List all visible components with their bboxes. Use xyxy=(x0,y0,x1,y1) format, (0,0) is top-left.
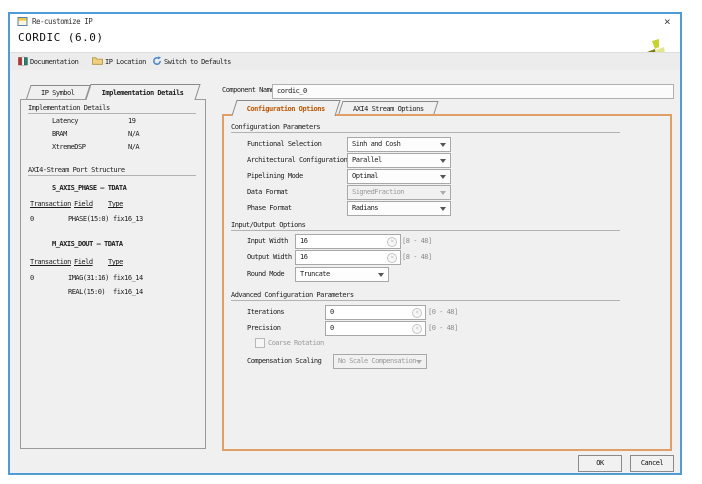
output-width-range: [8 - 48] xyxy=(402,253,432,261)
phase-format-dropdown[interactable]: Radians xyxy=(347,201,451,216)
compensation-scaling-label: Compensation Scaling xyxy=(247,357,321,365)
clear-icon[interactable]: × xyxy=(412,324,422,334)
divider xyxy=(28,175,196,176)
bram-label: BRAM xyxy=(52,130,67,138)
ip-location-button[interactable]: IP Location xyxy=(92,56,146,67)
close-icon[interactable]: × xyxy=(660,15,674,29)
ip-title: CORDIC (6.0) xyxy=(18,31,103,44)
m-axis-dout-title: M_AXIS_DOUT — TDATA xyxy=(52,240,123,248)
xtremedsp-value: N/A xyxy=(128,143,139,151)
folder-icon xyxy=(92,56,103,67)
data-format-dropdown: SignedFraction xyxy=(347,185,451,200)
col-header-field: Field xyxy=(74,200,93,208)
switch-to-defaults-button[interactable]: Switch to Defaults xyxy=(152,56,231,67)
axi4-port-structure-heading: AXI4-Stream Port Structure xyxy=(28,166,125,174)
clear-icon[interactable]: × xyxy=(412,308,422,318)
ok-button[interactable]: OK xyxy=(578,455,622,472)
data-format-label: Data Format xyxy=(247,188,288,196)
clear-icon[interactable]: × xyxy=(387,237,397,247)
iterations-field[interactable]: 0× xyxy=(325,305,426,320)
divider xyxy=(231,132,620,133)
functional-selection-label: Functional Selection xyxy=(247,140,321,148)
input-width-range: [8 - 48] xyxy=(402,237,432,245)
s-axis-phase-title: S_AXIS_PHASE — TDATA xyxy=(52,184,126,192)
col-header-type: Type xyxy=(108,200,123,208)
table-cell: 0 xyxy=(30,274,34,282)
table-cell: IMAG(31:16) xyxy=(68,274,109,282)
input-width-field[interactable]: 16× xyxy=(295,234,401,249)
chevron-down-icon xyxy=(416,360,422,364)
table-cell: REAL(15:0) xyxy=(68,288,105,296)
precision-field[interactable]: 0× xyxy=(325,321,426,336)
dialog-title: Re-customize IP xyxy=(32,17,92,26)
output-width-label: Output Width xyxy=(247,253,292,261)
io-options-heading: Input/Output Options xyxy=(231,221,305,229)
precision-range: [0 - 48] xyxy=(428,324,458,332)
round-mode-dropdown[interactable]: Truncate xyxy=(295,267,389,282)
documentation-button[interactable]: Documentation xyxy=(18,56,78,67)
pipelining-mode-label: Pipelining Mode xyxy=(247,172,303,180)
table-cell: PHASE(15:0) xyxy=(68,215,109,223)
latency-value: 19 xyxy=(128,117,135,125)
chevron-down-icon xyxy=(440,207,446,211)
iterations-range: [0 - 48] xyxy=(428,308,458,316)
chevron-down-icon xyxy=(440,159,446,163)
tab-configuration-options[interactable]: Configuration Options xyxy=(231,100,340,116)
architectural-configuration-label: Architectural Configuration xyxy=(247,156,347,164)
dialog-header-area xyxy=(10,14,680,52)
divider xyxy=(231,230,620,231)
chevron-down-icon xyxy=(378,273,384,277)
chevron-down-icon xyxy=(440,175,446,179)
coarse-rotation-label: Coarse Rotation xyxy=(268,339,324,347)
component-name-label: Component Name xyxy=(222,86,274,94)
dialog-titlebar-icon xyxy=(17,16,28,29)
output-width-field[interactable]: 16× xyxy=(295,250,401,265)
refresh-icon xyxy=(152,56,162,68)
functional-selection-dropdown[interactable]: Sinh and Cosh xyxy=(347,137,451,152)
table-cell: fix16_13 xyxy=(113,215,143,223)
table-cell: fix16_14 xyxy=(113,288,143,296)
chevron-down-icon xyxy=(440,191,446,195)
architectural-configuration-dropdown[interactable]: Parallel xyxy=(347,153,451,168)
divider xyxy=(231,300,620,301)
config-parameters-heading: Configuration Parameters xyxy=(231,123,320,131)
col-header-type: Type xyxy=(108,258,123,266)
tab-implementation-details[interactable]: Implementation Details xyxy=(85,84,200,100)
recustomize-ip-dialog-page: Re-customize IP × CORDIC (6.0) Documenta… xyxy=(0,0,702,484)
chevron-down-icon xyxy=(440,143,446,147)
table-cell: 0 xyxy=(30,215,34,223)
divider xyxy=(28,113,196,114)
impl-details-heading: Implementation Details xyxy=(28,104,110,112)
col-header-transaction: Transaction xyxy=(30,200,71,208)
col-header-transaction: Transaction xyxy=(30,258,71,266)
advanced-config-heading: Advanced Configuration Parameters xyxy=(231,291,354,299)
round-mode-label: Round Mode xyxy=(247,270,284,278)
clear-icon[interactable]: × xyxy=(387,253,397,263)
cancel-button[interactable]: Cancel xyxy=(630,455,674,472)
xtremedsp-label: XtremeDSP xyxy=(52,143,85,151)
input-width-label: Input Width xyxy=(247,237,288,245)
coarse-rotation-checkbox xyxy=(255,338,265,348)
precision-label: Precision xyxy=(247,324,280,332)
phase-format-label: Phase Format xyxy=(247,204,292,212)
compensation-scaling-dropdown: No Scale Compensation xyxy=(333,354,427,369)
latency-label: Latency xyxy=(52,117,78,125)
book-icon xyxy=(18,56,28,68)
col-header-field: Field xyxy=(74,258,93,266)
component-name-input[interactable]: cordic_0 xyxy=(272,84,674,99)
table-cell: fix16_14 xyxy=(113,274,143,282)
pipelining-mode-dropdown[interactable]: Optimal xyxy=(347,169,451,184)
iterations-label: Iterations xyxy=(247,308,284,316)
bram-value: N/A xyxy=(128,130,139,138)
